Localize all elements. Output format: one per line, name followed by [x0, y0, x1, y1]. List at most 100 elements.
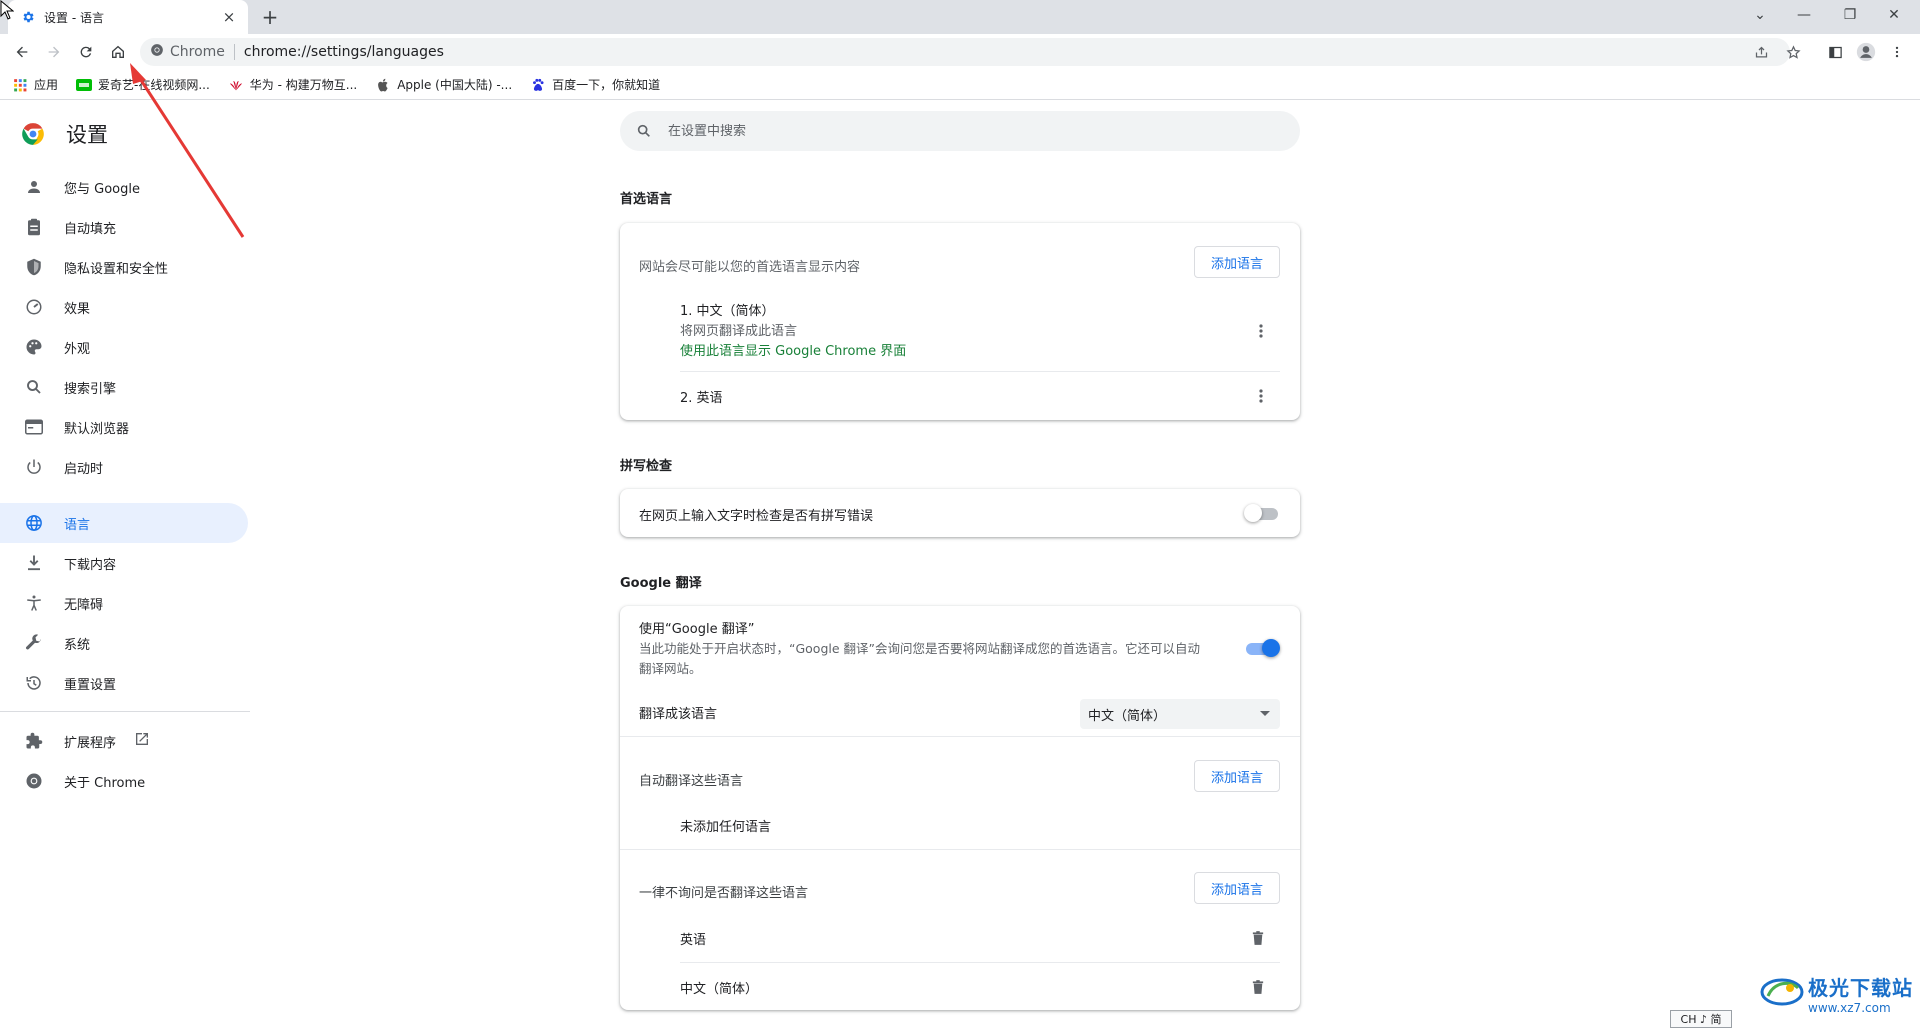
sidebar-item-accessibility[interactable]: 无障碍	[0, 583, 248, 623]
tab-title: 设置 - 语言	[44, 10, 104, 25]
use-translate-desc-cont: 翻译网站。	[639, 661, 702, 676]
tab-search-icon[interactable]: ⌄	[1738, 0, 1782, 30]
open-in-new-icon	[134, 731, 150, 751]
clipboard-icon	[24, 217, 44, 237]
bookmark-baidu[interactable]: 百度一下，你就知道	[530, 76, 660, 93]
sidebar-item-reset[interactable]: 重置设置	[0, 663, 248, 703]
sidebar-item-label: 扩展程序	[64, 735, 117, 751]
ime-indicator[interactable]: CH ♪ 简	[1670, 1010, 1732, 1028]
sidebar-item-label: 重置设置	[64, 677, 117, 693]
sidebar-item-label: 系统	[64, 637, 91, 653]
globe-icon	[24, 513, 44, 533]
preferred-description: 网站会尽可能以您的首选语言显示内容	[639, 260, 861, 275]
mouse-cursor-icon	[0, 0, 14, 20]
omnibox-url[interactable]: chrome://settings/languages	[244, 44, 444, 60]
bookmark-label: 百度一下，你就知道	[552, 78, 661, 92]
google-translate-heading: Google 翻译	[620, 576, 702, 591]
sidebar-item-label: 无障碍	[64, 597, 104, 613]
auto-translate-label: 自动翻译这些语言	[639, 774, 744, 789]
back-icon[interactable]	[9, 39, 35, 65]
apps-grid-icon	[12, 77, 28, 93]
bookmark-huawei[interactable]: 华为 - 构建万物互...	[228, 76, 357, 93]
translate-target-select[interactable]: 中文（简体）	[1080, 699, 1280, 729]
spellcheck-heading: 拼写检查	[620, 459, 673, 474]
bookmark-apple[interactable]: Apple (中国大陆) -...	[375, 76, 512, 93]
watermark-url: www.xz7.com	[1808, 1001, 1891, 1015]
new-tab-button[interactable]: +	[258, 5, 282, 29]
profile-avatar-icon[interactable]	[1853, 39, 1879, 65]
bookmark-label: Apple (中国大陆) -...	[397, 78, 513, 92]
bookmarks-bar: 应用 爱奇艺-在线视频网... 华为 - 构建万物互... Apple (中国大…	[0, 70, 1920, 100]
close-window-button[interactable]: ✕	[1872, 0, 1916, 30]
omnibox-separator	[233, 44, 235, 60]
sidebar-item-downloads[interactable]: 下载内容	[0, 543, 248, 583]
use-translate-label: 使用“Google 翻译”	[639, 622, 755, 637]
speedometer-icon	[24, 297, 44, 317]
sidebar-item-label: 您与 Google	[64, 181, 140, 197]
forward-icon[interactable]	[41, 39, 67, 65]
language-name: 1. 中文（简体）	[680, 304, 775, 319]
caret-down-icon	[1260, 711, 1270, 716]
toolbar: Chrome chrome://settings/languages	[0, 34, 1920, 70]
power-icon	[24, 457, 44, 477]
delete-icon[interactable]	[1246, 926, 1270, 950]
download-icon	[24, 553, 44, 573]
reload-icon[interactable]	[73, 39, 99, 65]
row-divider	[620, 849, 1300, 850]
sidebar-item-label: 效果	[64, 301, 91, 317]
add-auto-translate-language-button[interactable]: 添加语言	[1194, 760, 1281, 792]
sidebar-item-performance[interactable]: 效果	[0, 287, 248, 327]
menu-kebab-icon[interactable]	[1884, 39, 1910, 65]
sidebar-item-default-browser[interactable]: 默认浏览器	[0, 407, 248, 447]
sidebar-item-appearance[interactable]: 外观	[0, 327, 248, 367]
delete-icon[interactable]	[1246, 975, 1270, 999]
omnibox[interactable]: Chrome chrome://settings/languages	[140, 38, 1790, 66]
more-vert-icon[interactable]	[1249, 384, 1273, 408]
sidebar-item-search-engine[interactable]: 搜索引擎	[0, 367, 248, 407]
close-tab-icon[interactable]: ×	[220, 8, 238, 26]
accessibility-icon	[24, 593, 44, 613]
huawei-favicon-icon	[228, 77, 244, 93]
sidebar-item-languages[interactable]: 语言	[0, 503, 248, 543]
sidebar-item-you-and-google[interactable]: 您与 Google	[0, 167, 248, 207]
gear-icon	[20, 9, 36, 25]
sidebar-item-privacy[interactable]: 隐私设置和安全性	[0, 247, 248, 287]
sidebar-item-extensions[interactable]: 扩展程序	[0, 721, 248, 761]
row-divider	[680, 371, 1280, 372]
chrome-icon	[24, 771, 44, 791]
search-input[interactable]	[668, 123, 1228, 139]
side-panel-icon[interactable]	[1822, 39, 1848, 65]
add-preferred-language-button[interactable]: 添加语言	[1194, 246, 1281, 278]
bookmark-iqiyi[interactable]: 爱奇艺-在线视频网...	[76, 76, 210, 93]
puzzle-icon	[24, 731, 44, 751]
sidebar-item-about-chrome[interactable]: 关于 Chrome	[0, 761, 248, 801]
never-translate-item: 英语	[680, 933, 707, 948]
more-vert-icon[interactable]	[1249, 319, 1273, 343]
translate-toggle[interactable]	[1244, 638, 1280, 658]
search-icon	[24, 377, 44, 397]
chrome-logo-icon	[20, 121, 46, 147]
baidu-paw-icon	[530, 77, 546, 93]
spellcheck-toggle[interactable]	[1244, 503, 1280, 523]
tab-settings-languages[interactable]: 设置 - 语言 ×	[8, 0, 248, 34]
share-icon[interactable]	[1748, 39, 1774, 65]
watermark-text: 极光下载站 www.xz7.com	[1808, 972, 1913, 1015]
home-icon[interactable]	[105, 39, 131, 65]
watermark-title: 极光下载站	[1808, 976, 1913, 1000]
bookmark-label: 应用	[34, 78, 59, 92]
language-name: 2. 英语	[680, 391, 723, 406]
bookmark-apps[interactable]: 应用	[12, 76, 58, 93]
sidebar-item-system[interactable]: 系统	[0, 623, 248, 663]
person-icon	[24, 177, 44, 197]
sidebar-item-autofill[interactable]: 自动填充	[0, 207, 248, 247]
add-never-translate-language-button[interactable]: 添加语言	[1194, 872, 1281, 904]
spellcheck-label: 在网页上输入文字时检查是否有拼写错误	[639, 509, 874, 524]
sidebar-item-label: 搜索引擎	[64, 381, 117, 397]
toggle-knob	[1244, 504, 1262, 522]
minimize-button[interactable]: —	[1782, 0, 1826, 30]
restore-button[interactable]: ❐	[1828, 0, 1872, 30]
google-translate-card: 使用“Google 翻译” 当此功能处于开启状态时，“Google 翻译”会询问…	[620, 606, 1300, 1010]
sidebar-item-label: 下载内容	[64, 557, 117, 573]
star-icon[interactable]	[1780, 39, 1806, 65]
sidebar-item-on-startup[interactable]: 启动时	[0, 447, 248, 487]
